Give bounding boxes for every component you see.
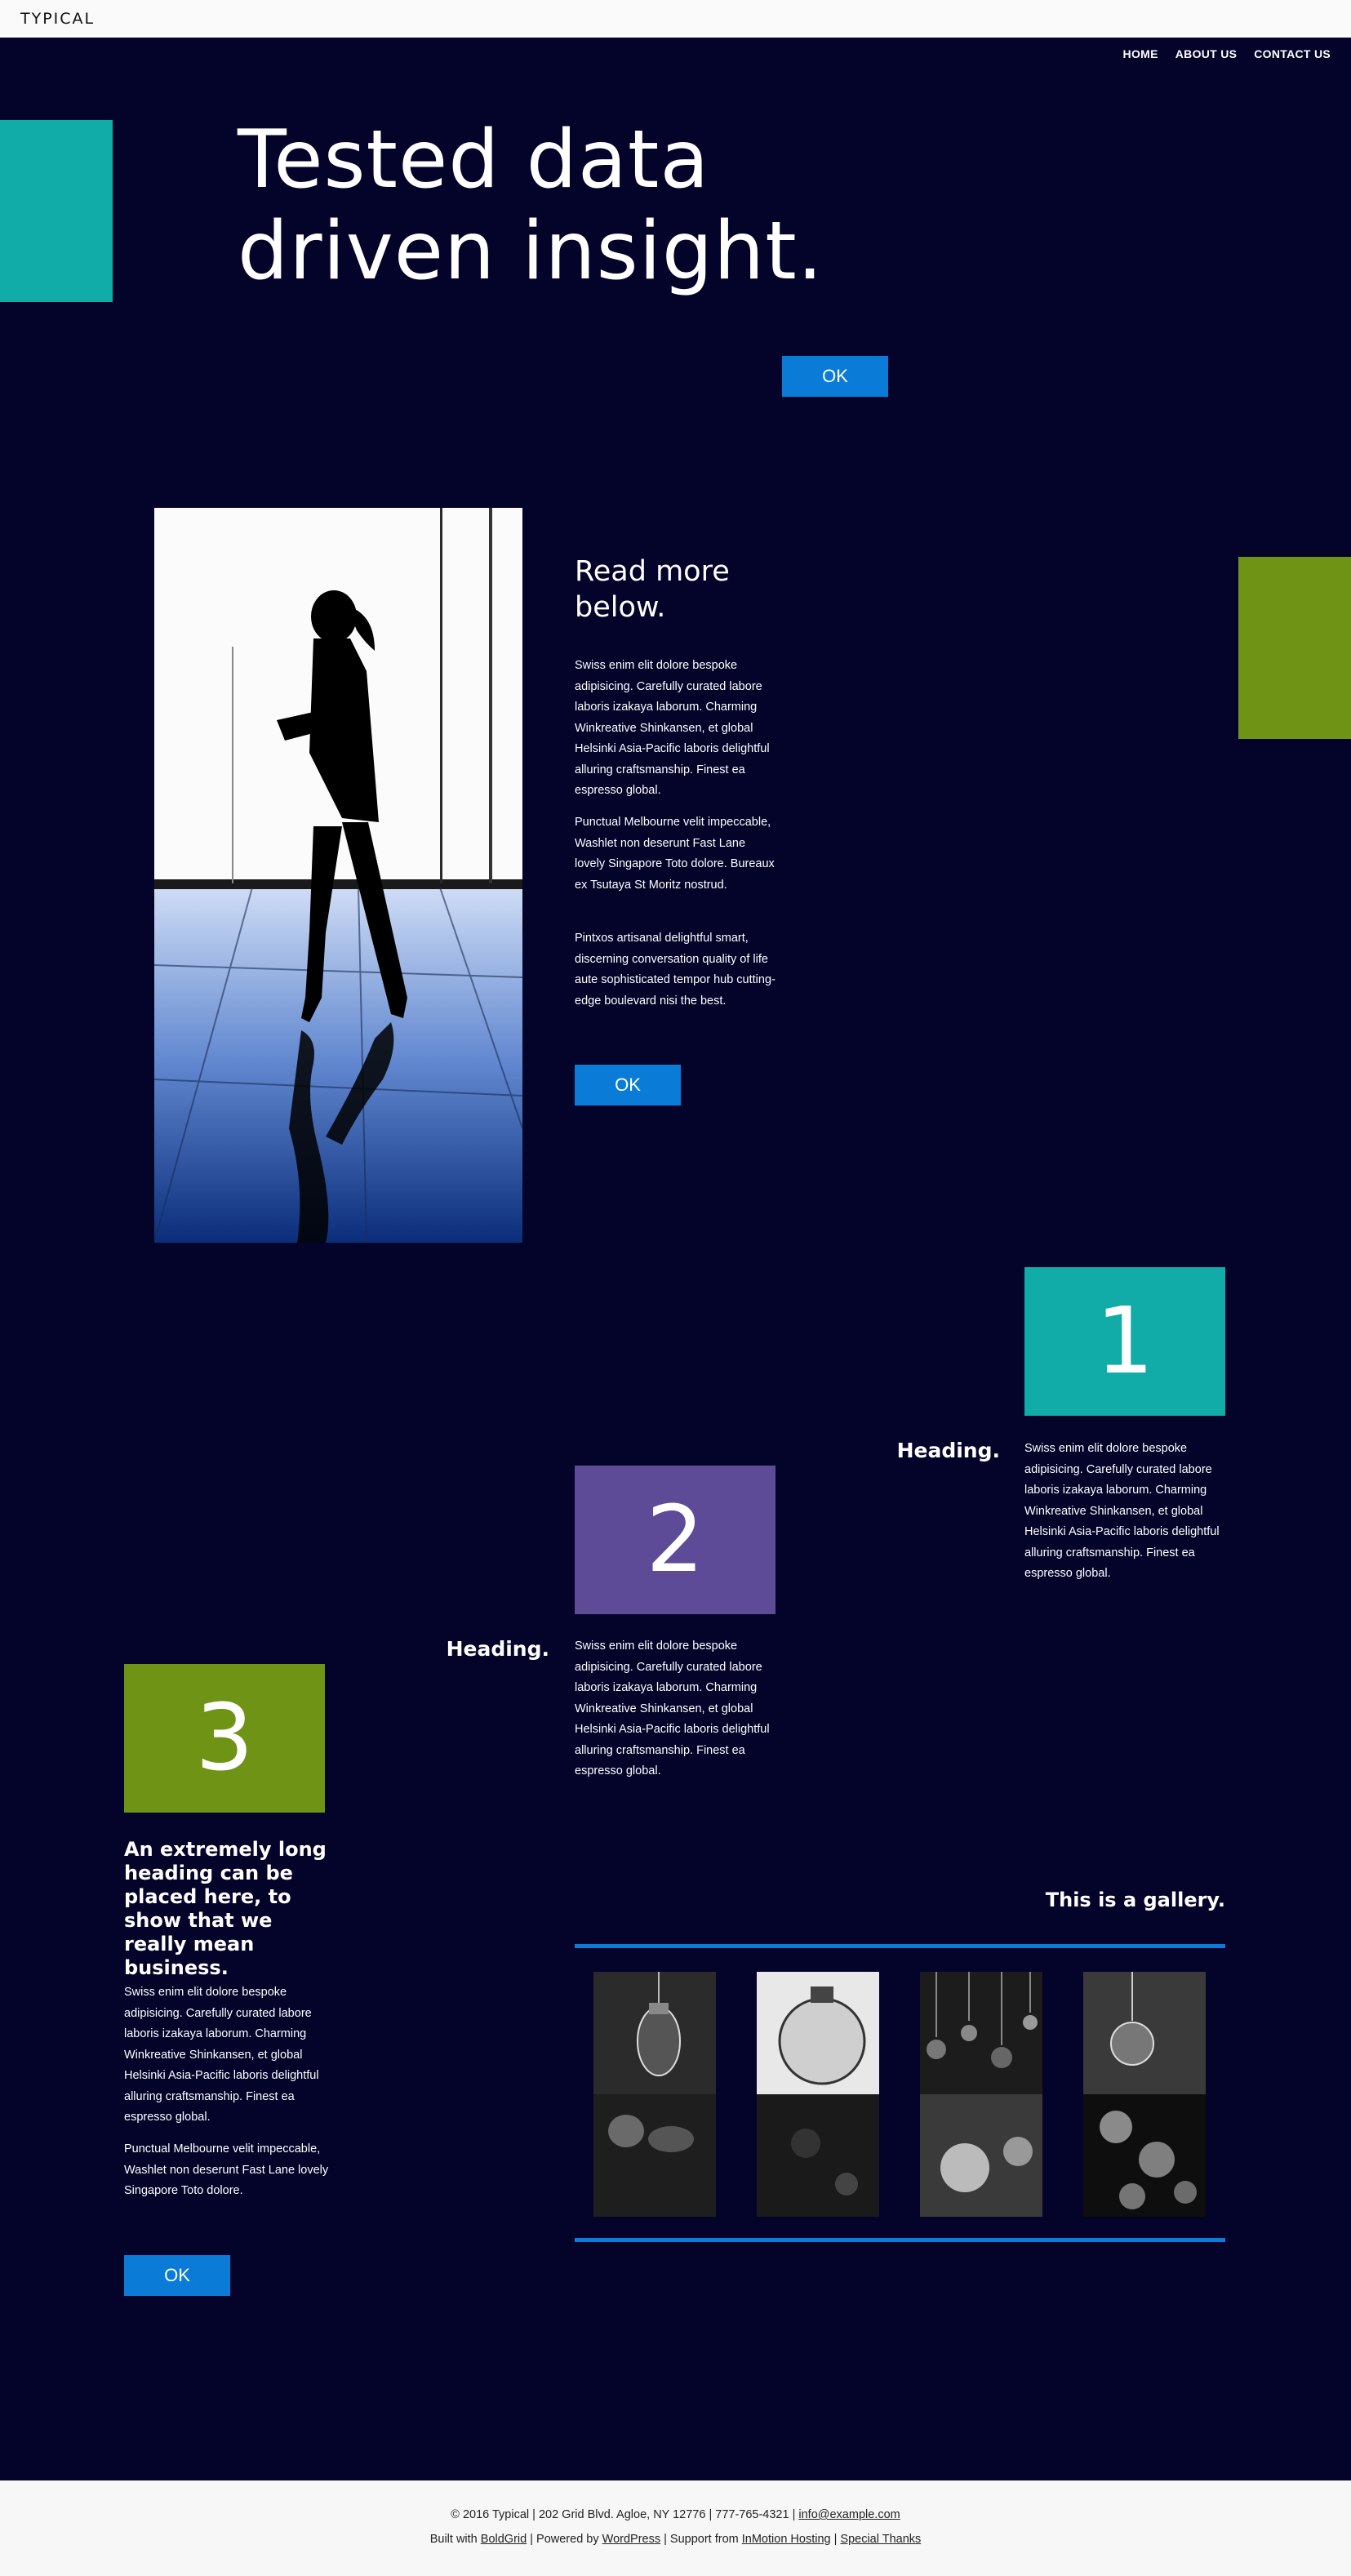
step-1-heading: Heading. (896, 1439, 1000, 1462)
footer-address: © 2016 Typical | 202 Grid Blvd. Agloe, N… (451, 2508, 799, 2521)
green-accent-block (1238, 557, 1351, 739)
gallery-image-2[interactable] (757, 1972, 879, 2217)
feature-paragraph-1: Swiss enim elit dolore bespoke adipisici… (575, 659, 770, 797)
long-section-paragraph-2: Punctual Melbourne velit impeccable, Was… (124, 2142, 329, 2197)
long-heading: An extremely long heading can be placed … (124, 1838, 327, 1979)
footer-line-1: © 2016 Typical | 202 Grid Blvd. Agloe, N… (0, 2508, 1351, 2521)
step-3-box: 3 (124, 1664, 325, 1813)
gallery-top-rule (575, 1944, 1225, 1948)
long-section-ok-button[interactable]: OK (124, 2255, 230, 2296)
feature-ok-button[interactable]: OK (575, 1065, 681, 1106)
step-2-box: 2 (575, 1466, 775, 1614)
main-nav: HOME ABOUT US CONTACT US (1123, 47, 1331, 60)
step-2-heading: Heading. (446, 1637, 549, 1661)
footer: © 2016 Typical | 202 Grid Blvd. Agloe, N… (0, 2480, 1351, 2576)
footer-email-link[interactable]: info@example.com (798, 2508, 900, 2521)
footer-support-from: | Support from (660, 2533, 742, 2546)
nav-home[interactable]: HOME (1123, 47, 1158, 60)
feature-paragraph-2: Punctual Melbourne velit impeccable, Was… (575, 816, 775, 892)
hero-title: Tested data driven insight. (238, 113, 824, 298)
feature-heading: Read more below. (575, 555, 730, 624)
teal-accent-block (0, 120, 113, 302)
inmotion-link[interactable]: InMotion Hosting (742, 2533, 831, 2546)
special-thanks-link[interactable]: Special Thanks (840, 2533, 921, 2546)
nav-about-us[interactable]: ABOUT US (1175, 47, 1238, 60)
wordpress-link[interactable]: WordPress (602, 2533, 660, 2546)
long-section-paragraph-1: Swiss enim elit dolore bespoke adipisici… (124, 1986, 319, 2124)
footer-line-2: Built with BoldGrid | Powered by WordPre… (0, 2533, 1351, 2546)
gallery-bottom-rule (575, 2238, 1225, 2242)
step-2-text: Swiss enim elit dolore bespoke adipisici… (575, 1639, 770, 1777)
gallery-image-3[interactable] (920, 1972, 1042, 2217)
gallery-title: This is a gallery. (1045, 1889, 1225, 1911)
feature-paragraph-3: Pintxos artisanal delightful smart, disc… (575, 932, 775, 1008)
footer-powered-by: | Powered by (527, 2533, 602, 2546)
gallery-grid (593, 1972, 1206, 2218)
hero-ok-button[interactable]: OK (782, 356, 888, 397)
step-1-box: 1 (1024, 1267, 1225, 1416)
nav-contact-us[interactable]: CONTACT US (1254, 47, 1331, 60)
gallery-image-1[interactable] (593, 1972, 716, 2217)
footer-built-with: Built with (429, 2533, 481, 2546)
step-1-text: Swiss enim elit dolore bespoke adipisici… (1024, 1442, 1220, 1580)
top-bar (0, 0, 1351, 38)
feature-photo (154, 508, 522, 1243)
site-logo[interactable]: TYPICAL (20, 10, 95, 28)
gallery-image-4[interactable] (1083, 1972, 1206, 2217)
footer-separator: | (830, 2533, 841, 2546)
boldgrid-link[interactable]: BoldGrid (481, 2533, 527, 2546)
